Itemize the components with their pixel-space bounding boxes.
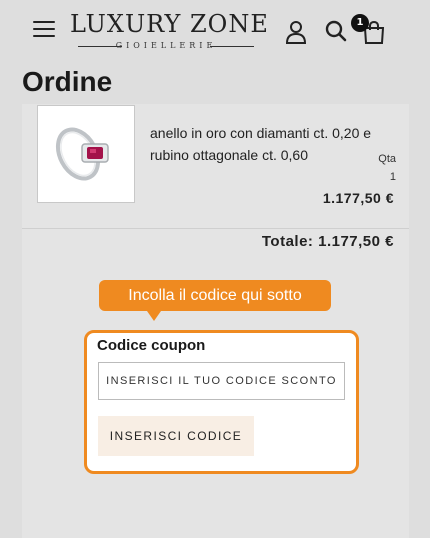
logo-sub-text: GIOIELLERIE <box>70 41 262 50</box>
coupon-hint-tooltip: Incolla il codice qui sotto <box>99 280 331 321</box>
quantity-label: Qta <box>378 153 396 165</box>
product-name: anello in oro con diamanti ct. 0,20 e ru… <box>150 125 372 163</box>
coupon-code-input[interactable] <box>98 362 345 400</box>
quantity-value: 1 <box>389 171 396 183</box>
divider <box>22 228 409 229</box>
product-price: 1.177,50 € <box>322 190 394 206</box>
apply-coupon-button[interactable]: INSERISCI CODICE <box>98 416 254 456</box>
site-logo[interactable]: LUXURY ZONE GIOIELLERIE <box>70 9 269 55</box>
hamburger-menu-icon[interactable] <box>33 21 55 37</box>
order-total: Totale: 1.177,50 € <box>261 233 394 250</box>
coupon-title: Codice coupon <box>97 337 206 354</box>
page-title: Ordine <box>22 66 113 97</box>
user-icon[interactable] <box>285 20 307 44</box>
logo-main-text: LUXURY ZONE <box>70 10 269 38</box>
product-image[interactable] <box>37 105 135 203</box>
search-icon[interactable] <box>325 20 347 42</box>
cart-count-badge: 1 <box>351 14 369 32</box>
site-header: LUXURY ZONE GIOIELLERIE 1 <box>0 0 430 64</box>
ring-image <box>55 127 109 181</box>
